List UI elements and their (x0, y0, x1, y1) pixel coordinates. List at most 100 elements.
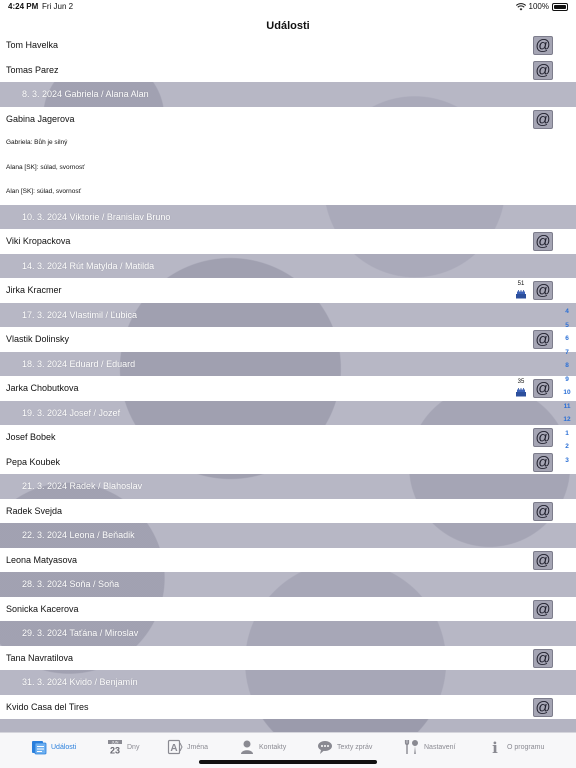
contact-name: Tomas Parez (6, 64, 59, 75)
section-header-label: 28. 3. 2024 Soňa / Soňa (22, 579, 120, 589)
section-header-label: 18. 3. 2024 Eduard / Eduard (22, 358, 136, 369)
contact-name: Josef Bobek (6, 432, 56, 442)
section-header: 18. 3. 2024 Eduard / Eduard (0, 351, 576, 376)
section-header: 31. 3. 2024 Kvido / Benjamín (0, 670, 576, 695)
tab-label: O programu (507, 743, 545, 751)
messages-icon (316, 738, 334, 756)
settings-icon (403, 738, 421, 756)
svg-text:A: A (170, 743, 177, 754)
contact-row[interactable]: Pepa Koubek @ (0, 449, 576, 474)
section-header: 19. 3. 2024 Josef / Jozef (0, 400, 576, 425)
section-header-label: 19. 3. 2024 Josef / Jozef (22, 407, 121, 418)
index-month[interactable]: 5 (560, 319, 574, 333)
contact-row[interactable]: Jirka Kracmer 51 @ (0, 278, 576, 303)
send-email-button[interactable]: @ (533, 36, 553, 55)
section-header: 10. 3. 2024 Viktorie / Branislav Bruno (0, 204, 576, 229)
section-header-label: 10. 3. 2024 Viktorie / Branislav Bruno (22, 211, 171, 222)
index-month[interactable]: 11 (560, 400, 574, 414)
battery-percent: 100% (528, 2, 549, 11)
send-email-button[interactable]: @ (533, 109, 553, 129)
index-month[interactable]: 4 (560, 305, 574, 319)
status-bar: 4:24 PM Fri Jun 2 100% (0, 0, 576, 14)
contact-row[interactable]: Leona Matyasova @ (0, 547, 576, 572)
contact-name: Sonicka Kacerova (6, 603, 79, 614)
index-month[interactable]: 12 (560, 413, 574, 427)
age-label: 51 (517, 281, 525, 287)
index-month[interactable]: 9 (560, 373, 574, 387)
battery-icon (552, 2, 568, 11)
contact-row[interactable]: Gabina Jagerova @ (0, 106, 576, 131)
section-header-label: 22. 3. 2024 Leona / Beňadik (22, 530, 135, 540)
index-month[interactable]: 7 (560, 346, 574, 360)
contact-name: Tom Havelka (6, 40, 59, 50)
contact-row[interactable]: Viki Kropackova @ (0, 229, 576, 254)
send-email-button[interactable]: @ (533, 550, 553, 570)
tab-nastaveni[interactable]: Nastavení (403, 737, 456, 757)
section-header-label: 14. 3. 2024 Rút Matylda / Matilda (22, 260, 155, 271)
contact-name: Jirka Kracmer (6, 285, 62, 295)
contact-row[interactable]: Jarka Chobutkova 35 @ (0, 376, 576, 401)
index-month[interactable]: 10 (560, 386, 574, 400)
birthday-cake-icon: 51 (514, 281, 528, 300)
send-email-button[interactable]: @ (533, 428, 553, 447)
name-meaning-text: Gabriela: Bůh je silný (6, 139, 68, 146)
age-label: 35 (517, 379, 525, 385)
index-month[interactable]: 8 (560, 359, 574, 373)
send-email-button[interactable]: @ (533, 60, 553, 80)
send-email-button[interactable]: @ (533, 232, 553, 251)
index-month[interactable]: 3 (560, 454, 574, 468)
tab-texty-zprav[interactable]: Texty zpráv (316, 737, 372, 757)
calendar-icon: JUN 23 (106, 738, 124, 756)
send-email-button[interactable]: @ (533, 281, 553, 300)
name-meaning-text: Alan [SK]: súlad, svornosť (6, 188, 82, 195)
contact-name: Tana Navratilova (6, 652, 74, 663)
tab-label: Texty zpráv (337, 743, 373, 751)
page-title: Události (266, 20, 310, 32)
tab-label: Kontakty (259, 743, 287, 751)
status-date: Fri Jun 2 (42, 2, 74, 11)
contact-name: Viki Kropackova (6, 236, 71, 246)
tab-kontakty[interactable]: Kontakty (238, 737, 286, 757)
svg-text:i: i (492, 739, 498, 755)
contact-row[interactable]: Kvido Casa del Tires @ (0, 694, 576, 719)
send-email-button[interactable]: @ (533, 379, 553, 398)
send-email-button[interactable]: @ (533, 697, 553, 717)
tab-label: Nastavení (424, 743, 456, 751)
index-month[interactable]: 1 (560, 427, 574, 441)
contacts-icon (238, 738, 256, 756)
status-time: 4:24 PM (8, 2, 39, 11)
tab-o-programu[interactable]: i O programu (486, 737, 544, 757)
section-header: 21. 3. 2024 Radek / Blahoslav (0, 474, 576, 499)
status-right: 100% (515, 2, 568, 11)
send-email-button[interactable]: @ (533, 501, 553, 521)
contact-row[interactable]: Tom Havelka @ (0, 33, 576, 58)
birthday-cake-icon: 35 (514, 379, 528, 398)
events-icon (30, 738, 48, 756)
contact-row[interactable]: Sonicka Kacerova @ (0, 596, 576, 621)
wifi-icon (515, 2, 526, 11)
tab-udalosti[interactable]: Události (30, 737, 76, 757)
contact-row[interactable]: Tomas Parez @ (0, 57, 576, 82)
name-meaning-row: Gabriela: Bůh je silný (0, 131, 576, 156)
info-icon: i (486, 738, 504, 756)
contact-row[interactable]: Radek Svejda @ (0, 498, 576, 523)
index-month[interactable]: 2 (560, 440, 574, 454)
contact-row[interactable]: Tana Navratilova @ (0, 645, 576, 670)
contact-row[interactable]: Josef Bobek @ (0, 425, 576, 450)
send-email-button[interactable]: @ (533, 648, 553, 668)
contact-name: Radek Svejda (6, 505, 63, 516)
section-index[interactable]: 4 5 6 7 8 9 10 11 12 1 2 3 (560, 305, 574, 467)
section-header: 28. 3. 2024 Soňa / Soňa (0, 572, 576, 597)
tab-label: Události (51, 743, 77, 751)
contact-row[interactable]: Vlastik Dolinsky @ (0, 327, 576, 352)
section-header-label: 21. 3. 2024 Radek / Blahoslav (22, 481, 143, 491)
send-email-button[interactable]: @ (533, 452, 553, 472)
tab-dny[interactable]: JUN 23 Dny (106, 737, 139, 757)
contact-name: Jarka Chobutkova (6, 383, 79, 393)
index-month[interactable]: 6 (560, 332, 574, 346)
contact-name: Pepa Koubek (6, 456, 61, 467)
tab-jmena[interactable]: A Jména (166, 737, 208, 757)
send-email-button[interactable]: @ (533, 599, 553, 619)
send-email-button[interactable]: @ (533, 330, 553, 349)
events-list[interactable]: Tom Havelka @ Tomas Parez @8. 3. 2024 Gabri… (0, 33, 576, 732)
